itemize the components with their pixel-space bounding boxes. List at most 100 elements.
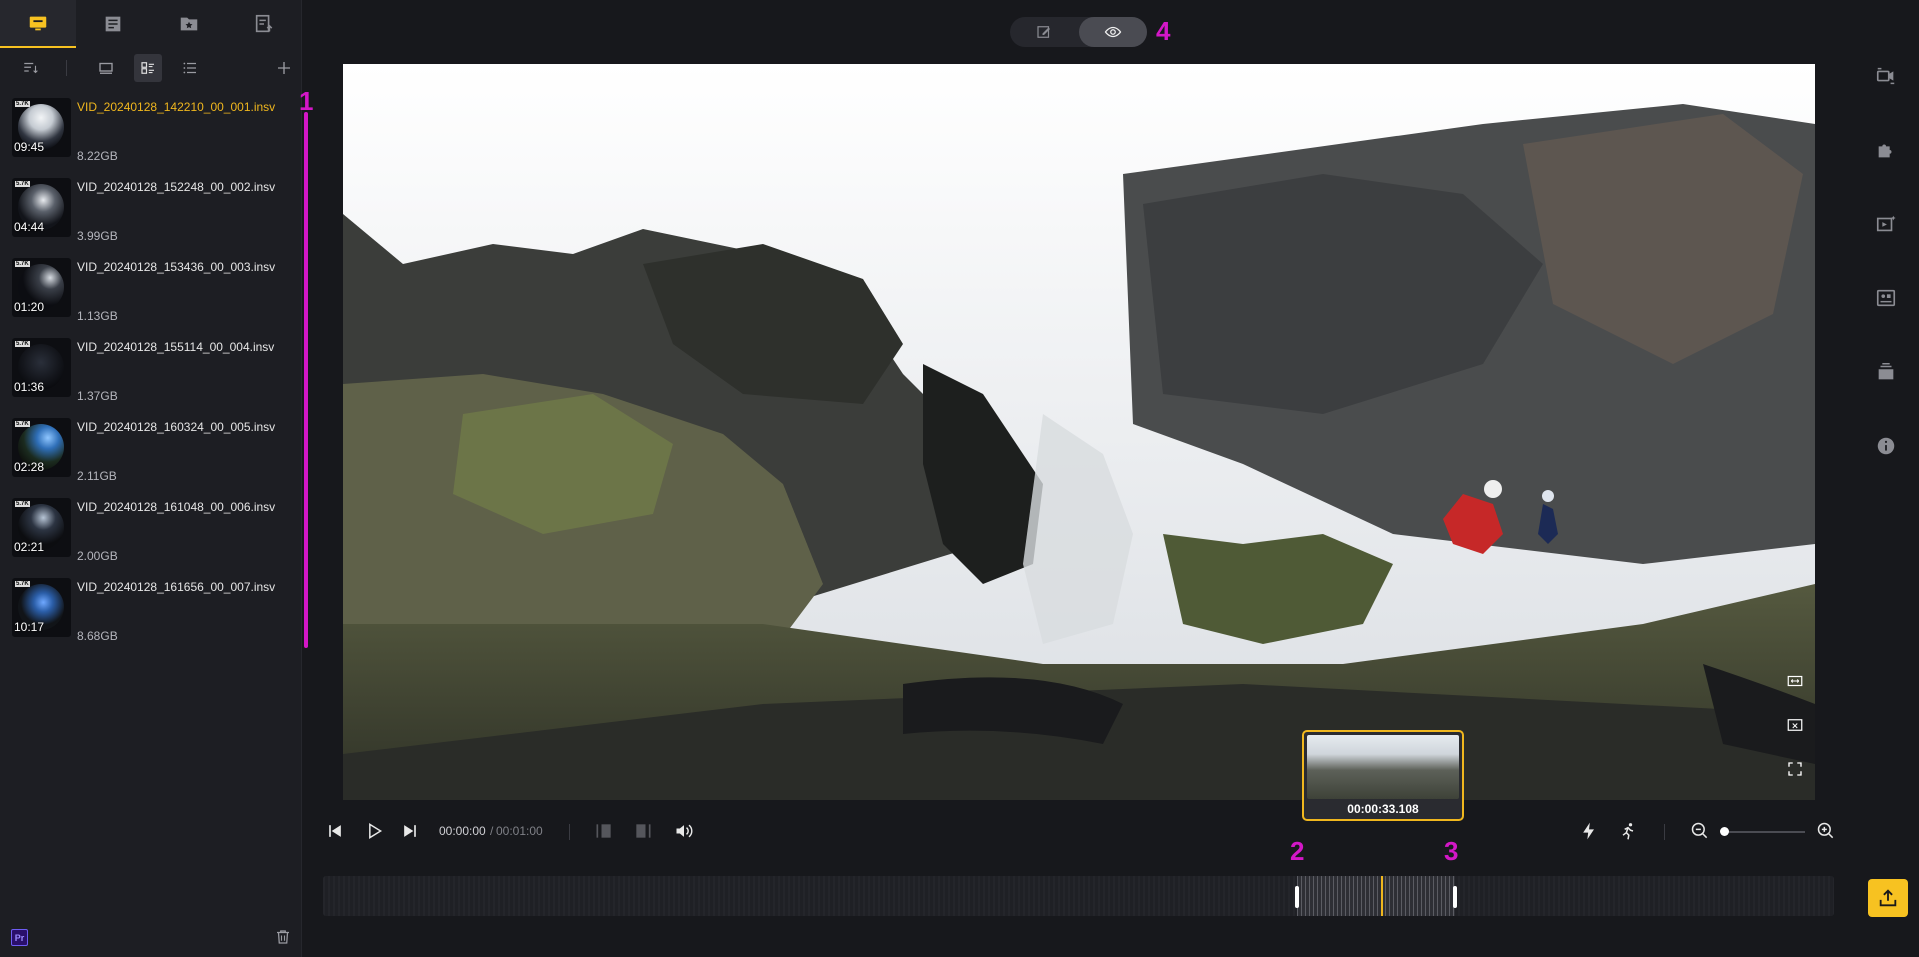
view-list-button[interactable] [176,54,204,82]
file-name: VID_20240128_153436_00_003.insv [77,260,276,274]
file-duration: 01:20 [14,300,45,314]
preview-image [1307,735,1459,799]
play-button[interactable] [364,821,384,841]
sidebar-footer: Pr [0,917,302,957]
sort-button[interactable] [14,54,48,82]
previous-button[interactable] [325,821,345,841]
file-item-6[interactable]: 5.7K 02:21 VID_20240128_161048_00_006.ins… [0,494,290,574]
set-in-point-button[interactable] [594,821,614,841]
zoom-out-icon [1691,822,1708,839]
file-thumbnail: 5.7K 02:28 [12,418,71,477]
preview-mode-button[interactable] [1079,17,1147,47]
timeline-preview-thumbnail: 00:00:33.108 [1302,730,1464,821]
camera-settings-icon [1876,67,1895,85]
file-item-4[interactable]: 5.7K 01:36 VID_20240128_155114_00_004.ins… [0,334,290,414]
file-size: 8.22GB [77,149,118,163]
trim-end-handle[interactable] [1453,886,1458,908]
zoom-out-button[interactable] [1690,821,1710,841]
export-list-icon [256,14,273,33]
running-person-icon [1622,823,1634,840]
plugins-button[interactable] [1872,136,1900,164]
playhead[interactable] [1381,876,1384,916]
view-large-thumbnail-button[interactable] [92,54,120,82]
file-name: VID_20240128_160324_00_005.insv [77,420,276,434]
play-icon [369,822,383,840]
layers-icon [1878,363,1894,380]
resolution-badge: 5.7K [15,181,30,187]
file-duration: 02:21 [14,540,45,554]
fit-width-icon [1787,675,1803,687]
trim-selection[interactable] [1297,876,1456,916]
list-icon [183,62,196,74]
zoom-slider-handle[interactable] [1720,827,1729,836]
premiere-plugin-icon[interactable]: Pr [11,929,28,946]
tab-favorites[interactable] [151,0,227,48]
camera-settings-button[interactable] [1872,62,1900,90]
annotation-bar [304,112,308,648]
tab-local-files[interactable] [0,0,76,48]
right-toolbar [1862,58,1910,478]
file-item-7[interactable]: 5.7K 10:17 VID_20240128_161656_00_007.ins… [0,574,290,654]
file-thumbnail: 5.7K 10:17 [12,578,71,637]
trim-end-icon [636,824,651,838]
edit-icon [1037,26,1050,38]
file-item-2[interactable]: 5.7K 04:44 VID_20240128_152248_00_002.ins… [0,174,290,254]
plus-icon [278,62,290,74]
timeline-track [323,876,1834,916]
time-separator: / [490,824,494,838]
motion-tracking-button[interactable] [1618,821,1638,841]
file-item-1[interactable]: 5.7K 09:45 VID_20240128_142210_00_001.ins… [0,94,290,174]
file-item-3[interactable]: 5.7K 01:20 VID_20240128_153436_00_003.ins… [0,254,290,334]
add-files-button[interactable] [272,54,296,82]
stabilization-button[interactable] [1872,284,1900,312]
total-time: 00:01:00 [496,824,543,838]
grid-list-icon [141,62,154,74]
playbar-divider [569,824,570,840]
layers-button[interactable] [1872,358,1900,386]
speed-ramp-button[interactable] [1579,821,1599,841]
video-player[interactable] [343,64,1815,800]
file-size: 2.11GB [77,469,117,483]
reset-view-button[interactable] [1786,716,1804,739]
toolbar-divider [66,60,67,76]
file-name: VID_20240128_152248_00_002.insv [77,180,276,194]
volume-icon [676,824,693,838]
next-button[interactable] [400,821,420,841]
trim-start-icon [596,824,611,838]
playback-controls: 00:00:00 / 00:01:00 [320,816,1840,846]
annotation-label-2: 2 [1290,836,1305,866]
set-out-point-button[interactable] [633,821,653,841]
timeline[interactable] [323,876,1834,916]
video-effects-button[interactable] [1872,210,1900,238]
fullscreen-icon [1788,762,1802,776]
file-name: VID_20240128_161048_00_006.insv [77,500,276,514]
file-item-5[interactable]: 5.7K 02:28 VID_20240128_160324_00_005.ins… [0,414,290,494]
plugin-icon [1878,144,1892,158]
fullscreen-button[interactable] [1786,760,1804,783]
stabilization-icon [1876,289,1896,307]
resolution-badge: 5.7K [15,421,30,427]
video-effects-icon [1876,215,1896,232]
annotation-label-1: 1 [299,86,314,116]
file-name: VID_20240128_161656_00_007.insv [77,580,276,594]
export-button[interactable] [1868,879,1908,917]
file-name: VID_20240128_142210_00_001.insv [77,100,276,114]
trim-start-handle[interactable] [1295,886,1300,908]
file-thumbnail: 5.7K 01:20 [12,258,71,317]
delete-button[interactable] [274,928,292,951]
zoom-slider-track[interactable] [1723,831,1805,833]
current-time: 00:00:00 [439,824,486,838]
edit-mode-button[interactable] [1010,17,1078,47]
info-icon [1877,437,1895,455]
info-button[interactable] [1872,432,1900,460]
file-thumbnail: 5.7K 09:45 [12,98,71,157]
file-duration: 01:36 [14,380,45,394]
zoom-in-button[interactable] [1816,821,1836,841]
view-grid-list-button[interactable] [134,54,162,82]
annotation-label-4: 4 [1156,16,1171,46]
volume-button[interactable] [674,821,694,841]
tab-camera-files[interactable] [76,0,152,48]
lightning-icon [1583,822,1594,840]
tab-export-list[interactable] [227,0,303,48]
fit-width-button[interactable] [1786,672,1804,695]
